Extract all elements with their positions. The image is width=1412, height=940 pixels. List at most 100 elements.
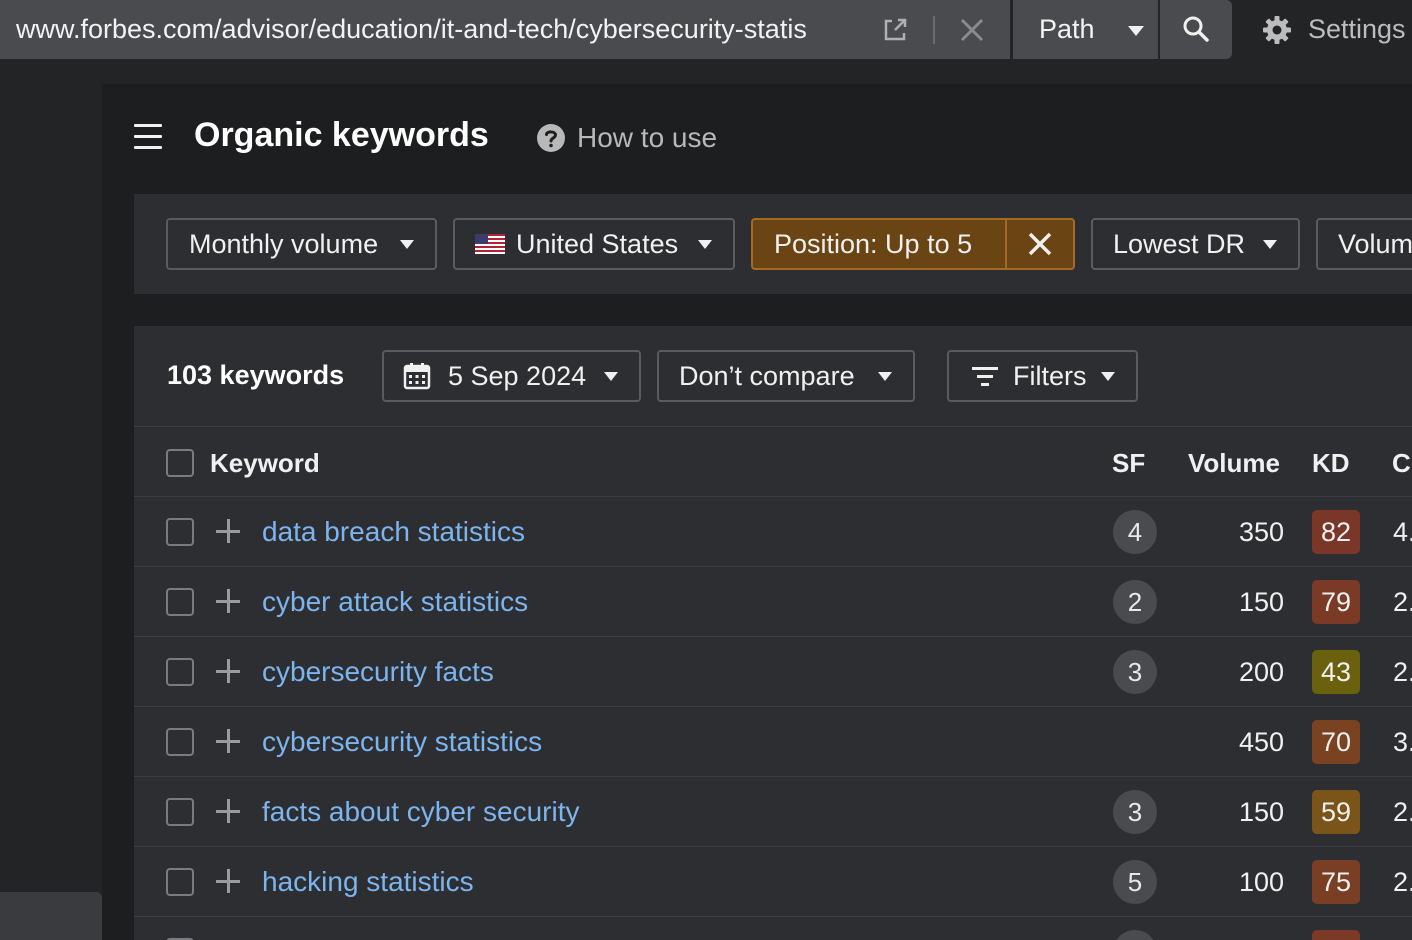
cpc-value: 2.: [1393, 797, 1412, 827]
search-icon: [1183, 16, 1209, 42]
side-panel-tab[interactable]: [0, 892, 102, 940]
lowest-dr-dropdown[interactable]: Lowest DR: [1091, 218, 1300, 270]
volume-filter-label: Volum: [1338, 229, 1412, 259]
sf-count-badge[interactable]: 2: [1113, 580, 1157, 624]
position-filter-label: Position: Up to 5: [774, 229, 973, 259]
volume-value: 450: [1238, 727, 1284, 757]
monthly-volume-dropdown[interactable]: Monthly volume: [166, 218, 437, 270]
mode-dropdown[interactable]: Path: [1013, 0, 1158, 59]
keyword-link[interactable]: data breach statistics: [262, 497, 525, 567]
chevron-down-icon: [400, 240, 414, 249]
kd-badge: 82: [1312, 510, 1360, 554]
help-icon[interactable]: [537, 124, 565, 152]
table-row: facts about cyber security 3 150 59 2.: [134, 777, 1412, 847]
table-row: data breach statistics 4 350 82 4.: [134, 497, 1412, 567]
row-checkbox[interactable]: [166, 728, 194, 756]
close-icon[interactable]: [1027, 231, 1053, 257]
kd-badge: 70: [1312, 720, 1360, 764]
row-checkbox[interactable]: [166, 588, 194, 616]
country-label: United States: [516, 229, 679, 259]
keyword-link[interactable]: cyber attack statistics: [262, 567, 528, 637]
add-keyword-icon[interactable]: [214, 517, 242, 545]
lowest-dr-label: Lowest DR: [1113, 229, 1246, 259]
country-dropdown[interactable]: United States: [453, 218, 735, 270]
kd-badge: [1312, 930, 1360, 940]
volume-filter-dropdown[interactable]: Volum: [1316, 218, 1412, 270]
cpc-value: 3.: [1393, 727, 1412, 757]
compare-label: Don’t compare: [679, 361, 855, 391]
add-keyword-icon[interactable]: [214, 867, 242, 895]
row-checkbox[interactable]: [166, 658, 194, 686]
cpc-value: 2.: [1393, 587, 1412, 617]
clear-url-icon[interactable]: [957, 15, 987, 45]
sf-count-badge[interactable]: 3: [1113, 650, 1157, 694]
sf-count-badge[interactable]: 5: [1113, 860, 1157, 904]
date-label: 5 Sep 2024: [448, 361, 587, 391]
url-input[interactable]: www.forbes.com/advisor/education/it-and-…: [16, 0, 862, 59]
keyword-count: 103 keywords: [167, 360, 345, 390]
add-keyword-icon[interactable]: [214, 587, 242, 615]
chevron-down-icon: [698, 240, 712, 249]
cpc-value: 4.: [1393, 517, 1412, 547]
row-checkbox[interactable]: [166, 868, 194, 896]
chevron-down-icon: [1263, 240, 1277, 249]
filters-label: Filters: [1013, 361, 1087, 391]
compare-dropdown[interactable]: Don’t compare: [657, 350, 915, 402]
chevron-down-icon: [878, 372, 892, 381]
volume-value: 150: [1238, 797, 1284, 827]
keyword-link[interactable]: cybersecurity statistics: [262, 707, 542, 777]
table-row: hacking statistics 5 100 75 2.: [134, 847, 1412, 917]
filters-dropdown[interactable]: Filters: [947, 350, 1138, 402]
volume-value: 350: [1238, 517, 1284, 547]
page-title: Organic keywords: [194, 116, 489, 154]
url-separator: [933, 16, 935, 44]
toolbar-divider: [134, 426, 1412, 427]
add-keyword-icon[interactable]: [214, 657, 242, 685]
keyword-link[interactable]: hacking statistics: [262, 847, 474, 917]
filter-icon: [972, 367, 998, 386]
left-gutter: [0, 84, 102, 940]
column-header-keyword[interactable]: Keyword: [210, 448, 320, 479]
sf-count-badge[interactable]: 4: [1113, 510, 1157, 554]
kd-badge: 43: [1312, 650, 1360, 694]
how-to-use-link[interactable]: How to use: [577, 122, 717, 154]
menu-icon[interactable]: [134, 124, 162, 150]
column-header-sf[interactable]: SF: [1112, 448, 1145, 479]
table-row-partial: [134, 917, 1412, 940]
chevron-down-icon: [604, 372, 618, 381]
external-link-icon[interactable]: [880, 15, 910, 45]
add-keyword-icon[interactable]: [214, 727, 242, 755]
table-row: cybersecurity facts 3 200 43 2.: [134, 637, 1412, 707]
monthly-volume-label: Monthly volume: [189, 229, 379, 259]
date-picker[interactable]: 5 Sep 2024: [382, 350, 641, 402]
sf-count-badge[interactable]: 3: [1113, 790, 1157, 834]
volume-value: 100: [1238, 867, 1284, 897]
cpc-value: 2.: [1393, 867, 1412, 897]
settings-label: Settings: [1308, 14, 1406, 44]
select-all-checkbox[interactable]: [166, 449, 194, 477]
filter-divider: [1005, 220, 1007, 268]
us-flag-icon: [475, 234, 505, 254]
keyword-link[interactable]: facts about cyber security: [262, 777, 579, 847]
column-header-cpc[interactable]: C: [1392, 448, 1411, 479]
keyword-link[interactable]: cybersecurity facts: [262, 637, 494, 707]
kd-badge: 59: [1312, 790, 1360, 834]
url-input-box[interactable]: www.forbes.com/advisor/education/it-and-…: [0, 0, 1010, 59]
position-filter[interactable]: Position: Up to 5: [751, 218, 1075, 270]
settings-button[interactable]: Settings: [1262, 0, 1412, 59]
mode-dropdown-label: Path: [1039, 14, 1095, 44]
column-header-volume[interactable]: Volume: [1188, 448, 1280, 479]
sf-count-badge[interactable]: [1113, 930, 1157, 940]
column-header-kd[interactable]: KD: [1312, 448, 1350, 479]
gear-icon: [1263, 16, 1291, 44]
volume-value: 200: [1238, 657, 1284, 687]
search-button[interactable]: [1160, 0, 1232, 59]
volume-value: 150: [1238, 587, 1284, 617]
chevron-down-icon: [1101, 372, 1115, 381]
url-toolbar: www.forbes.com/advisor/education/it-and-…: [0, 0, 1412, 60]
row-checkbox[interactable]: [166, 798, 194, 826]
table-row: cybersecurity statistics 450 70 3.: [134, 707, 1412, 777]
row-checkbox[interactable]: [166, 518, 194, 546]
chevron-down-icon: [1128, 26, 1144, 36]
add-keyword-icon[interactable]: [214, 797, 242, 825]
